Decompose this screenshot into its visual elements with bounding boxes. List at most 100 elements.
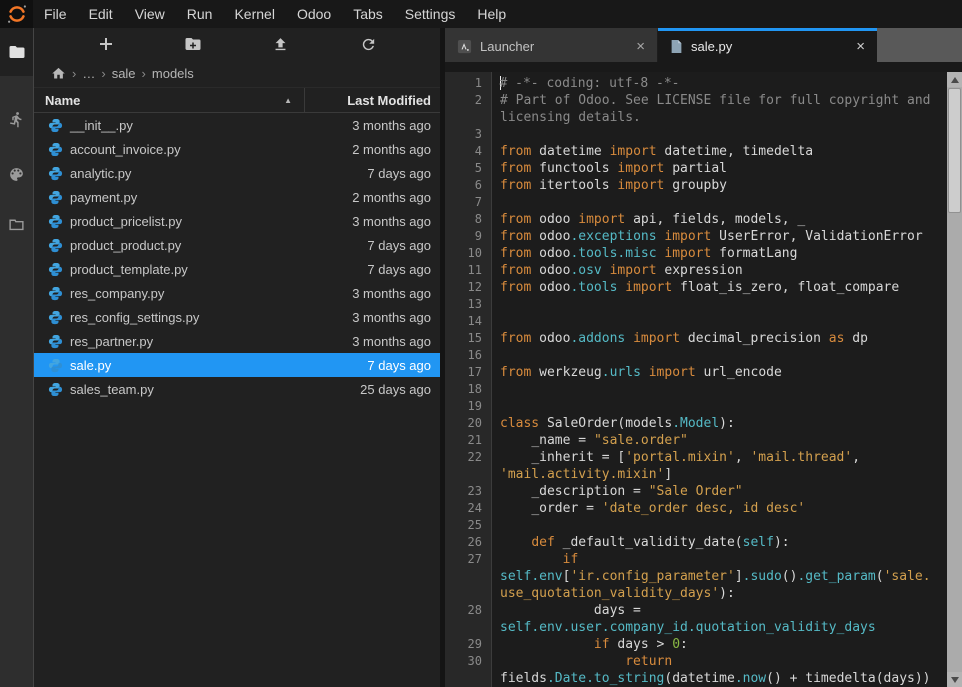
line-number: 29	[445, 636, 492, 653]
file-row[interactable]: sales_team.py25 days ago	[34, 377, 440, 401]
refresh-button[interactable]	[351, 31, 385, 57]
menu-tabs[interactable]: Tabs	[342, 0, 394, 28]
line-number: 19	[445, 398, 492, 415]
file-list-header: Name ▲ Last Modified	[34, 87, 440, 113]
scrollbar-thumb[interactable]	[948, 88, 961, 213]
close-tab-icon[interactable]: ×	[854, 39, 867, 54]
main-area: ›…›sale›models Name ▲ Last Modified __in…	[0, 28, 962, 687]
home-icon[interactable]	[51, 66, 66, 81]
file-row[interactable]: product_pricelist.py3 months ago	[34, 209, 440, 233]
sidebar-tab-running-sessions[interactable]	[0, 95, 33, 143]
breadcrumb-item[interactable]: sale	[112, 66, 136, 81]
close-tab-icon[interactable]: ×	[634, 39, 647, 54]
jupyterlab-window: FileEditViewRunKernelOdooTabsSettingsHel…	[0, 0, 962, 687]
code-line: 26 def _default_validity_date(self):	[445, 534, 947, 551]
tab-label: Launcher	[480, 39, 534, 54]
breadcrumb-separator-icon: ›	[101, 66, 105, 81]
menu-file[interactable]: File	[33, 0, 78, 28]
code-text: from odoo.osv import expression	[492, 262, 932, 279]
file-modified: 2 months ago	[352, 190, 440, 205]
code-text: from odoo.tools import float_is_zero, fl…	[492, 279, 932, 296]
file-modified: 2 months ago	[352, 142, 440, 157]
code-line: 18	[445, 381, 947, 398]
menu-kernel[interactable]: Kernel	[223, 0, 285, 28]
breadcrumb-items: ›…›sale›models	[66, 66, 194, 81]
tab-launcher[interactable]: Launcher ×	[445, 28, 658, 62]
triangle-up-icon	[951, 77, 959, 83]
file-row[interactable]: sale.py7 days ago	[34, 353, 440, 377]
code-line: 24 _order = 'date_order desc, id desc'	[445, 500, 947, 517]
file-browser-toolbar	[34, 28, 440, 60]
jupyter-logo-icon	[6, 3, 28, 25]
sidebar-tab-open-tabs[interactable]	[0, 200, 33, 248]
file-row[interactable]: account_invoice.py2 months ago	[34, 137, 440, 161]
tab-sale-py[interactable]: sale.py×	[658, 28, 877, 62]
menu-run[interactable]: Run	[176, 0, 224, 28]
file-name: res_company.py	[70, 286, 352, 301]
menu-edit[interactable]: Edit	[78, 0, 124, 28]
launcher-icon	[457, 39, 472, 54]
sidebar-tab-command-palette[interactable]	[0, 150, 33, 198]
line-number: 18	[445, 381, 492, 398]
new-launcher-button[interactable]	[89, 31, 123, 57]
menu-view[interactable]: View	[124, 0, 176, 28]
menu-settings[interactable]: Settings	[394, 0, 467, 28]
file-row[interactable]: payment.py2 months ago	[34, 185, 440, 209]
code-text: _name = "sale.order"	[492, 432, 932, 449]
python-file-icon	[48, 214, 63, 229]
editor-scrollbar[interactable]	[947, 72, 962, 687]
code-editor[interactable]: 1# -*- coding: utf-8 -*-2# Part of Odoo.…	[445, 72, 962, 687]
code-line: 20class SaleOrder(models.Model):	[445, 415, 947, 432]
python-file-icon	[48, 262, 63, 277]
line-number: 28	[445, 602, 492, 636]
code-text: from odoo.exceptions import UserError, V…	[492, 228, 932, 245]
scroll-up-button[interactable]	[947, 72, 962, 87]
code-line: 12from odoo.tools import float_is_zero, …	[445, 279, 947, 296]
line-number: 9	[445, 228, 492, 245]
upload-button[interactable]	[264, 31, 298, 57]
line-number: 4	[445, 143, 492, 160]
new-folder-icon	[184, 35, 202, 53]
file-row[interactable]: res_config_settings.py3 months ago	[34, 305, 440, 329]
line-number: 21	[445, 432, 492, 449]
code-line: 7	[445, 194, 947, 211]
palette-icon	[8, 166, 25, 183]
python-file-icon	[48, 286, 63, 301]
code-text: class SaleOrder(models.Model):	[492, 415, 932, 432]
code-line: 21 _name = "sale.order"	[445, 432, 947, 449]
file-row[interactable]: analytic.py7 days ago	[34, 161, 440, 185]
column-header-modified[interactable]: Last Modified	[305, 93, 440, 108]
column-header-name[interactable]: Name ▲	[34, 88, 305, 112]
file-name: res_config_settings.py	[70, 310, 352, 325]
code-text: _order = 'date_order desc, id desc'	[492, 500, 932, 517]
menu-help[interactable]: Help	[466, 0, 517, 28]
dock-panel: Launcher×sale.py× 1# -*- coding: utf-8 -…	[445, 28, 962, 687]
code-line: 5from functools import partial	[445, 160, 947, 177]
line-number: 11	[445, 262, 492, 279]
file-modified: 25 days ago	[360, 382, 440, 397]
file-modified: 7 days ago	[367, 166, 440, 181]
line-number: 22	[445, 449, 492, 483]
file-row[interactable]: __init__.py3 months ago	[34, 113, 440, 137]
new-folder-button[interactable]	[176, 31, 210, 57]
code-text: from functools import partial	[492, 160, 932, 177]
file-row[interactable]: product_template.py7 days ago	[34, 257, 440, 281]
file-row[interactable]: res_partner.py3 months ago	[34, 329, 440, 353]
code-line: 19	[445, 398, 947, 415]
file-row[interactable]: product_product.py7 days ago	[34, 233, 440, 257]
sidebar-tab-file-browser[interactable]	[0, 28, 33, 76]
code-text	[492, 517, 932, 534]
breadcrumb-item[interactable]: models	[152, 66, 194, 81]
code-text	[492, 398, 932, 415]
code-line: 30 return fields.Date.to_string(datetime…	[445, 653, 947, 687]
breadcrumb-item[interactable]: …	[82, 66, 95, 81]
scroll-down-button[interactable]	[947, 672, 962, 687]
code-text: from odoo import api, fields, models, _	[492, 211, 932, 228]
line-number: 16	[445, 347, 492, 364]
file-name: product_product.py	[70, 238, 367, 253]
line-number: 10	[445, 245, 492, 262]
file-icon	[670, 39, 683, 54]
file-row[interactable]: res_company.py3 months ago	[34, 281, 440, 305]
code-text: from itertools import groupby	[492, 177, 932, 194]
menu-odoo[interactable]: Odoo	[286, 0, 342, 28]
